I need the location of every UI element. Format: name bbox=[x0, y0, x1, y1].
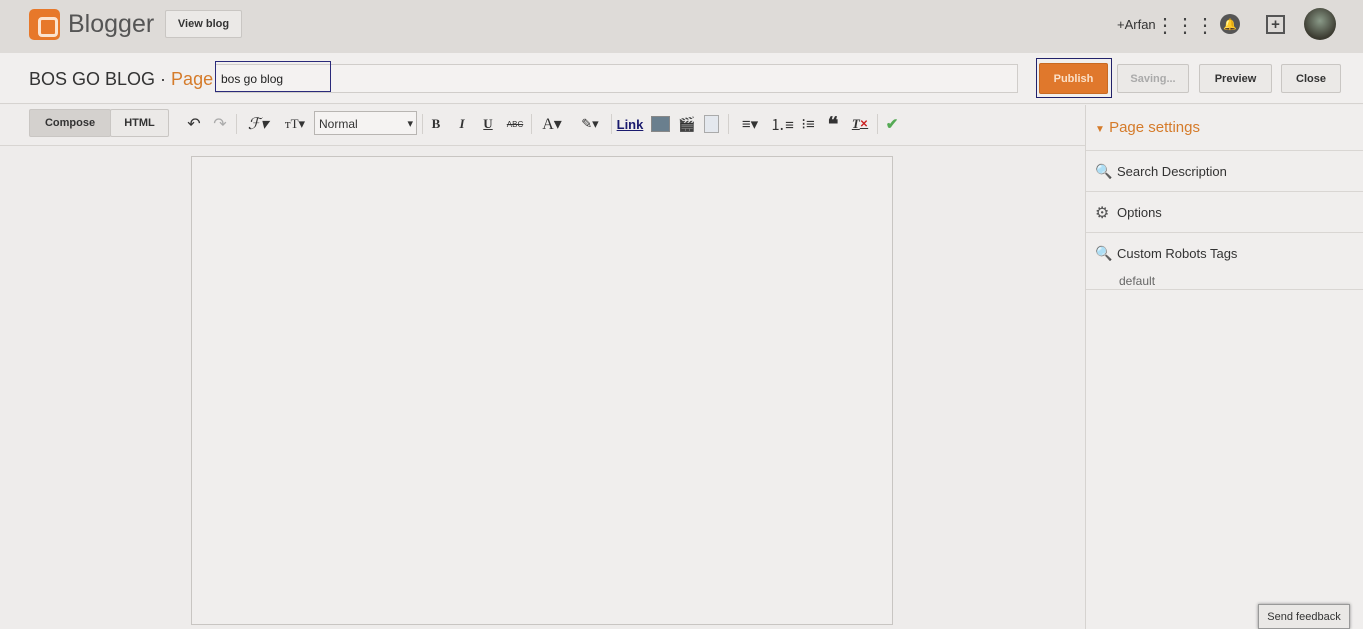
link-button[interactable]: Link bbox=[616, 113, 644, 135]
spellcheck-icon[interactable]: ✔ bbox=[882, 113, 902, 135]
text-color-icon[interactable]: A▾ bbox=[537, 113, 567, 135]
divider bbox=[531, 114, 532, 134]
italic-button[interactable]: I bbox=[454, 113, 470, 135]
underline-button[interactable]: U bbox=[480, 113, 496, 135]
blogger-logo-icon[interactable] bbox=[29, 9, 60, 40]
quote-icon[interactable]: ❝ bbox=[824, 113, 842, 136]
gear-icon: ⚙ bbox=[1095, 205, 1110, 222]
compose-editor-area[interactable] bbox=[191, 156, 893, 625]
font-size-icon[interactable]: тT▾ bbox=[280, 113, 310, 135]
numbered-list-icon[interactable]: ⒈≡ bbox=[770, 113, 794, 135]
search-icon: 🔍 bbox=[1095, 245, 1113, 261]
sidebar-item-search-description[interactable]: 🔍 Search Description bbox=[1086, 150, 1363, 192]
sidebar-item-label: Options bbox=[1117, 205, 1162, 220]
bulleted-list-icon[interactable]: ⁝≡ bbox=[798, 113, 818, 135]
close-button[interactable]: Close bbox=[1281, 64, 1341, 93]
publish-button[interactable]: Publish bbox=[1039, 63, 1108, 94]
compose-tab[interactable]: Compose bbox=[29, 109, 111, 137]
page-settings-label: Page settings bbox=[1109, 119, 1200, 136]
sidebar-item-label: Search Description bbox=[1117, 164, 1227, 179]
page-settings-heading[interactable]: ▼ Page settings bbox=[1095, 119, 1200, 136]
page-title-input[interactable] bbox=[215, 64, 1018, 93]
caret-down-icon: ▼ bbox=[1095, 124, 1105, 135]
remove-formatting-icon[interactable]: T ✕ bbox=[850, 113, 870, 135]
avatar[interactable] bbox=[1304, 8, 1336, 40]
jump-break-icon[interactable] bbox=[704, 115, 719, 133]
bold-button[interactable]: B bbox=[428, 113, 444, 135]
strikethrough-button[interactable]: ABC bbox=[504, 113, 526, 135]
sidebar-item-options[interactable]: ⚙ Options bbox=[1086, 192, 1363, 233]
divider bbox=[728, 114, 729, 134]
page-title-value[interactable]: bos go blog bbox=[215, 61, 331, 92]
view-blog-button[interactable]: View blog bbox=[165, 10, 242, 38]
divider bbox=[422, 114, 423, 134]
format-select[interactable]: Normal bbox=[314, 111, 417, 135]
apps-grid-icon[interactable]: ⋮⋮⋮ bbox=[1155, 14, 1215, 37]
highlight-color-icon[interactable]: ✎▾ bbox=[575, 113, 605, 135]
insert-image-icon[interactable] bbox=[651, 116, 670, 132]
notifications-bell-icon[interactable]: 🔔 bbox=[1220, 14, 1240, 34]
user-name-link[interactable]: +Arfan bbox=[1117, 17, 1156, 32]
sidebar-item-label: Custom Robots Tags bbox=[1117, 246, 1238, 261]
send-feedback-button[interactable]: Send feedback bbox=[1258, 604, 1350, 629]
redo-icon[interactable]: ↷ bbox=[211, 113, 229, 135]
post-type: Page bbox=[171, 69, 214, 89]
search-icon: 🔍 bbox=[1095, 163, 1113, 179]
preview-button[interactable]: Preview bbox=[1199, 64, 1272, 93]
blog-name: BOS GO BLOG bbox=[29, 69, 156, 89]
insert-video-icon[interactable]: 🎬 bbox=[678, 113, 696, 135]
brand-name[interactable]: Blogger bbox=[68, 10, 154, 39]
share-plus-icon[interactable]: + bbox=[1266, 15, 1285, 34]
font-family-icon[interactable]: ℱ▾ bbox=[243, 113, 273, 135]
html-tab[interactable]: HTML bbox=[110, 109, 169, 137]
sidebar-item-custom-robots-tags[interactable]: 🔍 Custom Robots Tags default bbox=[1086, 233, 1363, 290]
robots-tags-value: default bbox=[1119, 274, 1156, 288]
align-icon[interactable]: ≡▾ bbox=[735, 113, 765, 135]
undo-icon[interactable]: ↶ bbox=[185, 113, 203, 135]
page-title: BOS GO BLOG · Page bbox=[29, 69, 213, 90]
divider bbox=[236, 114, 237, 134]
divider bbox=[611, 114, 612, 134]
title-separator: · bbox=[155, 69, 172, 89]
saving-button[interactable]: Saving... bbox=[1117, 64, 1189, 93]
divider bbox=[877, 114, 878, 134]
